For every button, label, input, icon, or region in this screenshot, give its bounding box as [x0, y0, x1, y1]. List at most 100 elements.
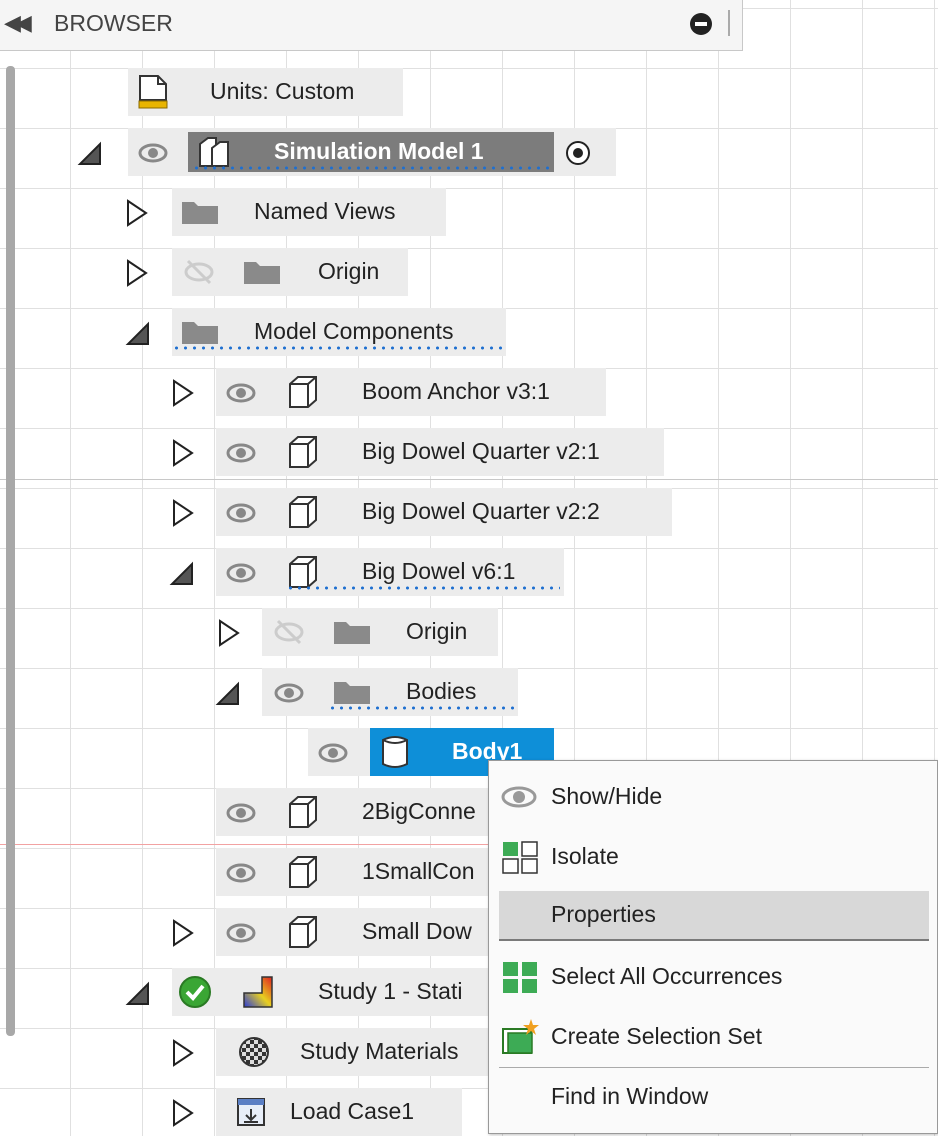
simulation-model-icon — [199, 137, 229, 167]
menu-item-label: Create Selection Set — [551, 1023, 762, 1049]
menu-item-isolate[interactable]: Isolate — [499, 833, 929, 881]
expanded-triangle-icon[interactable] — [168, 560, 196, 588]
menu-item-label: Find in Window — [551, 1083, 709, 1109]
collapsed-triangle-icon[interactable] — [170, 918, 196, 948]
tree-item-study[interactable]: Study 1 - Stati — [172, 968, 492, 1016]
tree-item-label: Boom Anchor v3:1 — [362, 378, 550, 404]
tree-item-simulation-model[interactable]: Simulation Model 1 — [128, 128, 616, 176]
component-cube-icon — [289, 436, 317, 468]
collapsed-triangle-icon[interactable] — [170, 438, 196, 468]
component-cube-icon — [289, 556, 317, 588]
expanded-triangle-icon[interactable] — [214, 680, 242, 708]
expanded-triangle-icon[interactable] — [76, 140, 104, 168]
browser-title: BROWSER — [54, 10, 173, 36]
menu-item-show-hide[interactable]: Show/Hide — [499, 773, 929, 821]
browser-header: ◀◀ BROWSER — [0, 0, 743, 51]
eye-hidden-icon[interactable] — [274, 617, 304, 647]
document-units-icon — [138, 75, 168, 109]
radio-activate-icon[interactable] — [564, 139, 592, 167]
tree-item-sub-origin[interactable]: Origin — [262, 608, 498, 656]
dotted-underline — [172, 346, 502, 350]
tree-item-big-dowel-quarter-1[interactable]: Big Dowel Quarter v2:1 — [216, 428, 664, 476]
tree-item-boom-anchor[interactable]: Boom Anchor v3:1 — [216, 368, 606, 416]
collapsed-triangle-icon[interactable] — [124, 198, 150, 228]
eye-icon[interactable] — [226, 858, 256, 888]
tree-item-origin[interactable]: Origin — [172, 248, 408, 296]
tree-item-label: Model Components — [254, 318, 454, 344]
tree-item-label: Load Case1 — [290, 1098, 415, 1124]
menu-item-label: Select All Occurrences — [551, 963, 783, 989]
stress-result-icon — [243, 976, 273, 1008]
tree-item-label: Bodies — [406, 678, 477, 704]
eye-icon[interactable] — [226, 378, 256, 408]
component-cube-icon — [289, 916, 317, 948]
folder-icon — [334, 682, 370, 704]
tree-item-bodies[interactable]: Bodies — [262, 668, 518, 716]
collapsed-triangle-icon[interactable] — [216, 618, 242, 648]
eye-icon[interactable] — [138, 138, 168, 168]
eye-icon[interactable] — [318, 738, 348, 768]
grid-guide-line — [0, 479, 938, 480]
tree-item-big-connector[interactable]: 2BigConne — [216, 788, 492, 836]
tree-item-big-dowel-quarter-2[interactable]: Big Dowel Quarter v2:2 — [216, 488, 672, 536]
eye-icon[interactable] — [226, 558, 256, 588]
dotted-underline — [328, 706, 514, 710]
tree-item-label: Origin — [406, 618, 468, 644]
tree-item-label: Small Dow — [362, 918, 472, 944]
body-cylinder-icon — [382, 736, 408, 768]
collapsed-triangle-icon[interactable] — [170, 1098, 196, 1128]
tree-item-study-materials[interactable]: Study Materials — [216, 1028, 492, 1076]
eye-icon — [501, 786, 537, 808]
eye-icon[interactable] — [226, 798, 256, 828]
tree-item-named-views[interactable]: Named Views — [172, 188, 446, 236]
menu-item-find-in-window[interactable]: Find in Window — [499, 1073, 929, 1121]
tree-item-label: 2BigConne — [362, 798, 476, 824]
context-menu: Show/Hide Isolate Properties Select All … — [488, 760, 938, 1134]
collapsed-triangle-icon[interactable] — [124, 258, 150, 288]
component-cube-icon — [289, 796, 317, 828]
eye-hidden-icon[interactable] — [184, 257, 214, 287]
tree-item-label: Study 1 - Stati — [318, 978, 463, 1004]
tree-item-label: 1SmallCon — [362, 858, 475, 884]
menu-separator — [499, 1067, 929, 1068]
tree-item-label: Origin — [318, 258, 380, 284]
grid-green-icon — [503, 962, 537, 993]
eye-icon[interactable] — [274, 678, 304, 708]
folder-icon — [334, 622, 370, 644]
check-circle-icon — [179, 976, 211, 1008]
tree-item-units[interactable]: Units: Custom — [128, 68, 403, 116]
collapsed-triangle-icon[interactable] — [170, 378, 196, 408]
double-chevron-left-icon[interactable]: ◀◀ — [4, 10, 32, 36]
eye-icon[interactable] — [226, 438, 256, 468]
tree-item-big-dowel[interactable]: Big Dowel v6:1 — [216, 548, 564, 596]
tree-item-small-connector[interactable]: 1SmallCon — [216, 848, 492, 896]
expanded-triangle-icon[interactable] — [124, 320, 152, 348]
folder-icon — [182, 202, 218, 224]
vertical-scrollbar[interactable] — [6, 66, 15, 1036]
minus-circle-icon[interactable] — [690, 13, 712, 35]
dotted-underline — [286, 586, 560, 590]
tree-item-label: Named Views — [254, 198, 396, 224]
tree-item-label: Simulation Model 1 — [274, 138, 484, 164]
menu-item-select-all-occurrences[interactable]: Select All Occurrences — [499, 953, 929, 1001]
folder-icon — [182, 322, 218, 344]
tree-item-small-dowel[interactable]: Small Dow — [216, 908, 492, 956]
menu-item-label: Show/Hide — [551, 783, 663, 809]
menu-item-label: Isolate — [551, 843, 619, 869]
panel-grip[interactable] — [728, 10, 730, 36]
materials-sphere-icon — [239, 1037, 269, 1067]
tree-item-load-case[interactable]: Load Case1 — [216, 1088, 462, 1136]
tree-item-label: Big Dowel v6:1 — [362, 558, 516, 584]
menu-item-label: Properties — [551, 901, 656, 927]
isolate-icon — [502, 841, 538, 874]
expanded-triangle-icon[interactable] — [124, 980, 152, 1008]
menu-item-create-selection-set[interactable]: Create Selection Set — [499, 1013, 929, 1061]
collapsed-triangle-icon[interactable] — [170, 498, 196, 528]
eye-icon[interactable] — [226, 918, 256, 948]
tree-item-model-components[interactable]: Model Components — [172, 308, 506, 356]
tree-item-label: Big Dowel Quarter v2:2 — [362, 498, 600, 524]
eye-icon[interactable] — [226, 498, 256, 528]
menu-item-properties[interactable]: Properties — [499, 891, 929, 941]
selection-set-icon — [502, 1019, 539, 1054]
collapsed-triangle-icon[interactable] — [170, 1038, 196, 1068]
